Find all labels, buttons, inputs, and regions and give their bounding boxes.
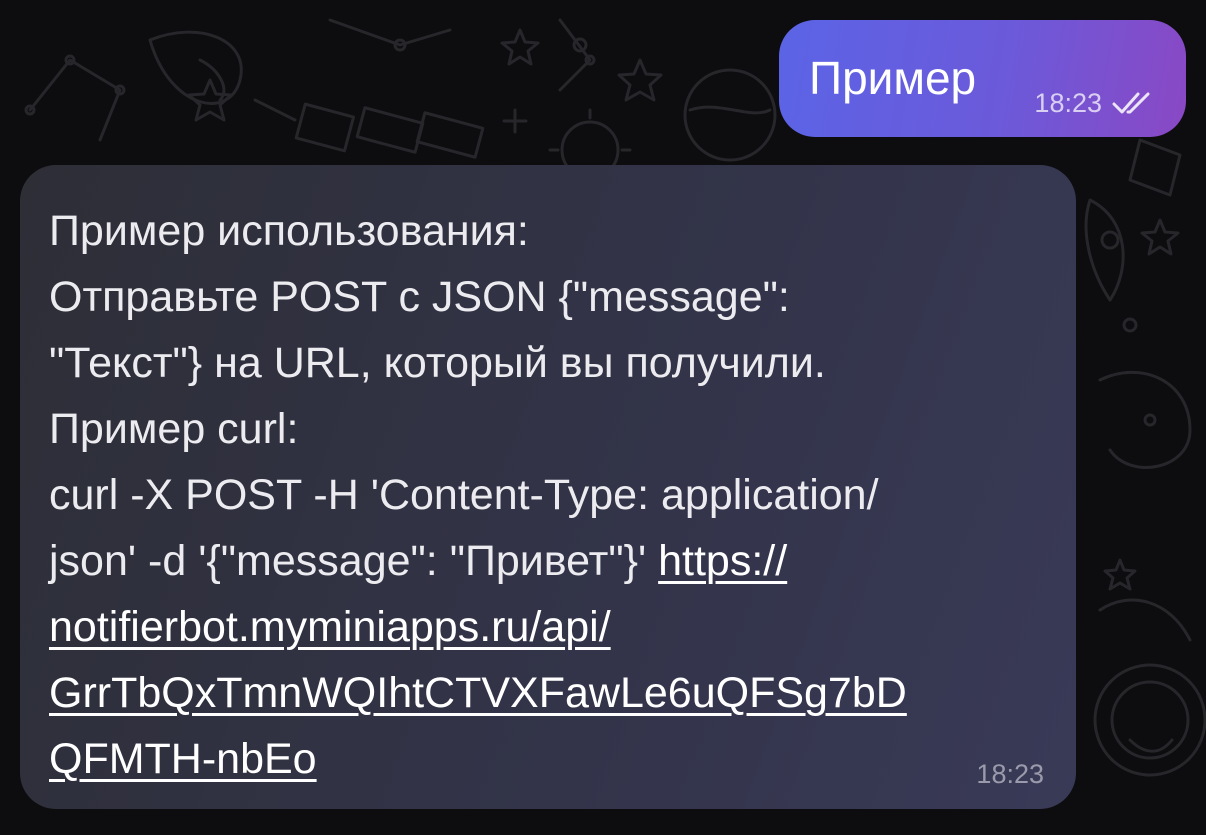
- message-link-line: notifierbot.myminiapps.ru/api/: [49, 594, 1048, 660]
- message-line: "Текст"} на URL, который вы получили.: [49, 339, 826, 387]
- satellite-doodle: [253, 98, 485, 159]
- api-url-link-part[interactable]: GrrTbQxTmnWQIhtCTVXFawLe6uQFSg7bD: [49, 669, 907, 717]
- message-line-with-link: json' -d '{"message": "Привет"}' https:/…: [49, 528, 1048, 594]
- message-link-line: GrrTbQxTmnWQIhtCTVXFawLe6uQFSg7bD: [49, 660, 1048, 726]
- message-line: Пример curl:: [49, 405, 299, 453]
- comet-doodle: [148, 30, 243, 105]
- api-url-link-part[interactable]: QFMTH-nbEo: [49, 735, 317, 783]
- double-check-icon: [1112, 92, 1150, 114]
- message-line: curl -X POST -H 'Content-Type: applicati…: [49, 471, 879, 519]
- chat-area[interactable]: Пример 18:23 Пример использования: Отпра…: [0, 0, 1206, 835]
- message-line: Пример использования:: [49, 207, 529, 255]
- star-doodle: [187, 78, 233, 122]
- outgoing-message-time: 18:23: [1034, 88, 1102, 118]
- outgoing-message-text: Пример: [809, 52, 977, 104]
- incoming-message-time: 18:23: [976, 759, 1044, 789]
- outgoing-message-bubble[interactable]: Пример 18:23: [779, 20, 1186, 137]
- planet-doodle: [683, 68, 777, 162]
- incoming-message-bubble[interactable]: Пример использования: Отправьте POST с J…: [20, 165, 1076, 809]
- message-link-line: QFMTH-nbEo: [49, 726, 1048, 792]
- message-line-text: json' -d '{"message": "Привет"}': [49, 537, 659, 585]
- api-url-link-part[interactable]: notifierbot.myminiapps.ru/api/: [49, 603, 611, 651]
- api-url-link-part[interactable]: https://: [658, 537, 787, 585]
- constellation-doodle: [24, 54, 126, 142]
- right-side-doodles: [1093, 138, 1206, 777]
- message-line: Отправьте POST с JSON {"message":: [49, 273, 790, 321]
- outgoing-message-meta: 18:23: [1034, 88, 1158, 118]
- rocket-doodle: [1084, 198, 1125, 302]
- orbit-doodle: [328, 18, 596, 92]
